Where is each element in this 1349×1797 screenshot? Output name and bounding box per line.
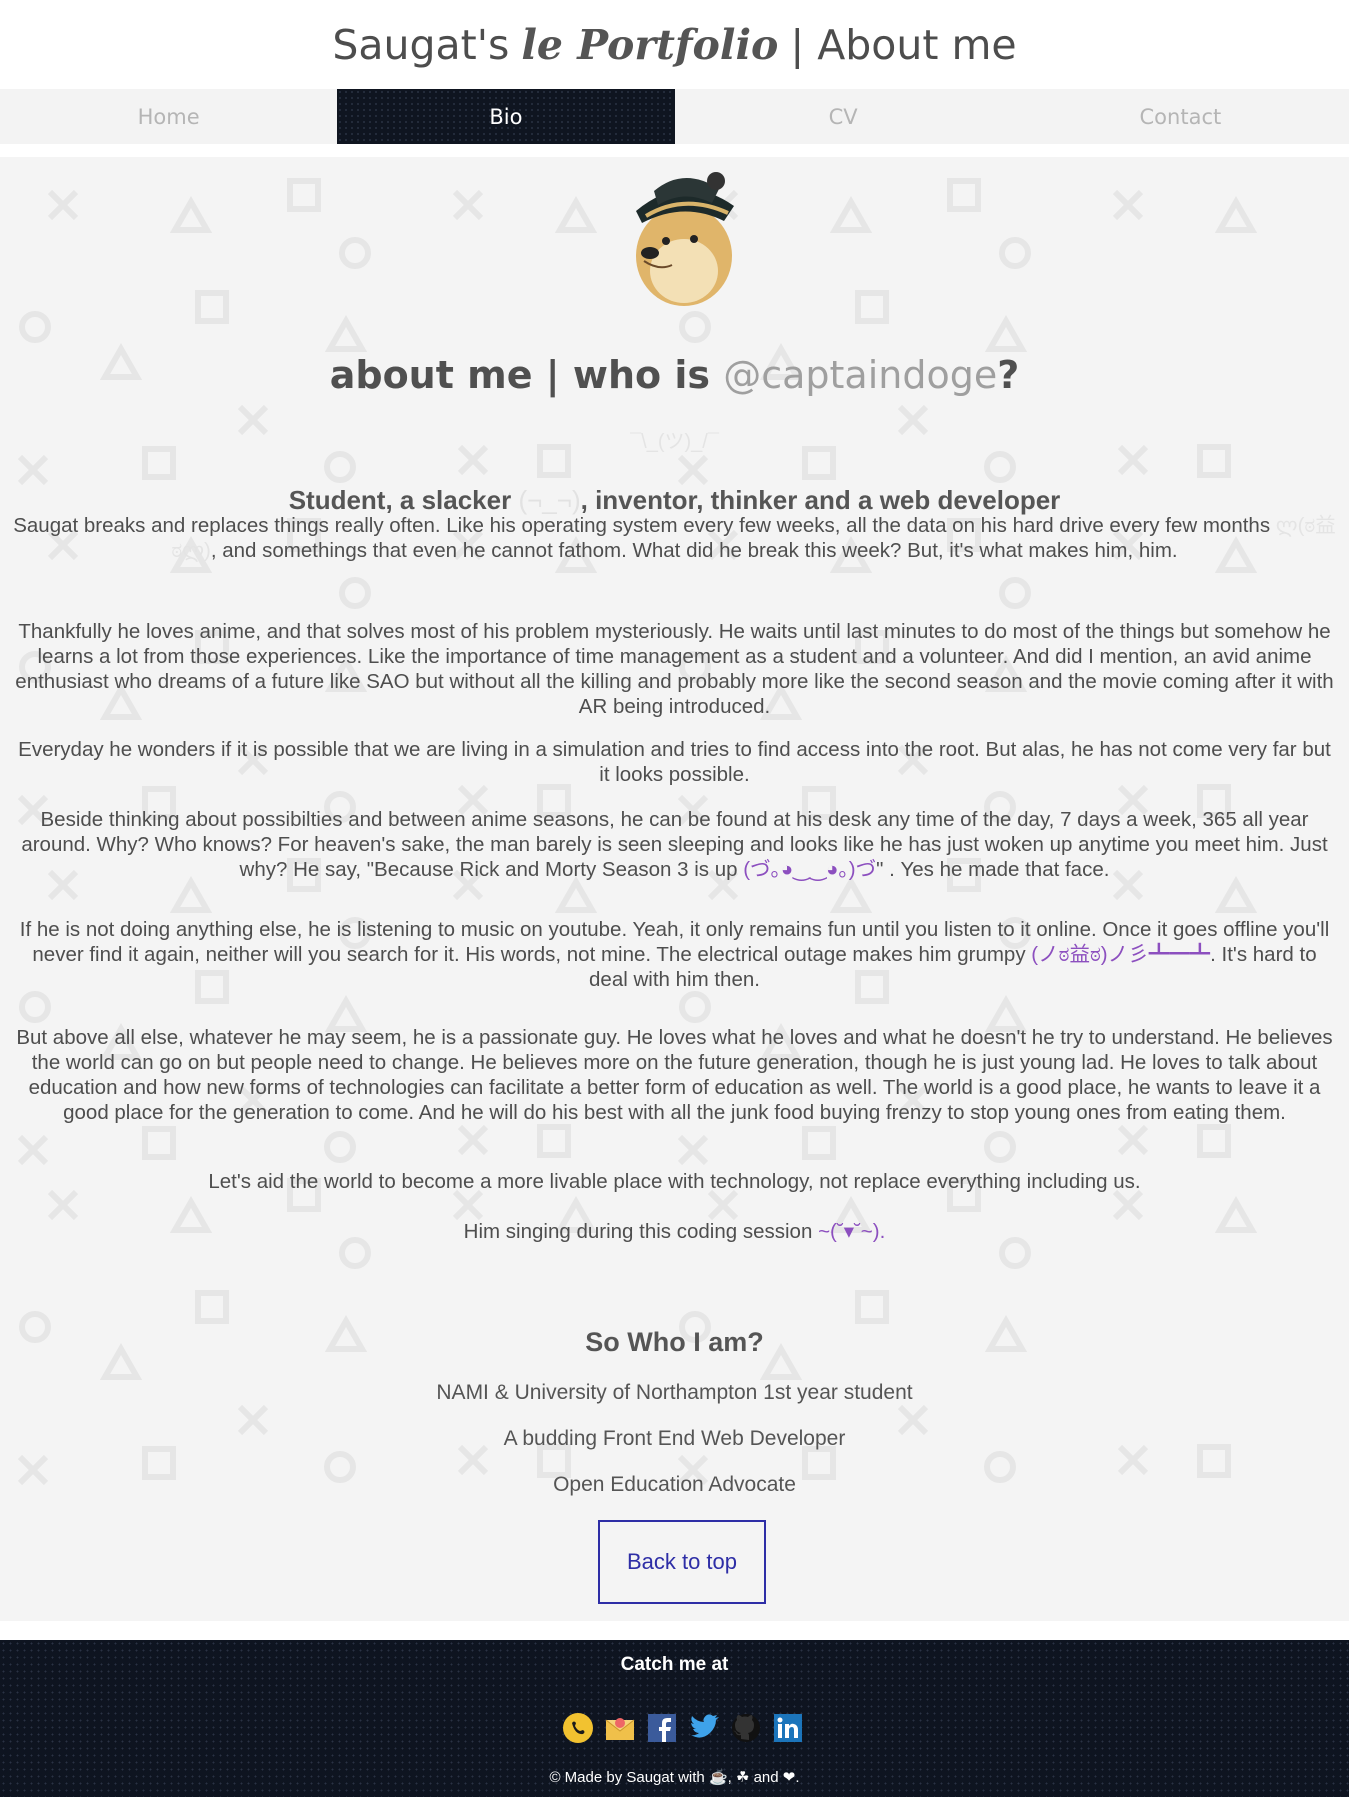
p8-kaomoji: ~(˘▾˘~).	[818, 1220, 886, 1243]
tagline-before: Student, a slacker	[288, 485, 512, 515]
nav-bio[interactable]: Bio	[337, 89, 675, 144]
facebook-icon[interactable]	[644, 1710, 680, 1746]
who-heading: So Who I am?	[585, 1327, 764, 1357]
p1-text: Saugat breaks and replaces things really…	[13, 514, 1271, 537]
linkedin-icon[interactable]	[770, 1710, 806, 1746]
twitter-icon[interactable]	[686, 1710, 722, 1746]
fact-student: NAMI & University of Northampton 1st yea…	[436, 1381, 913, 1404]
credit-comma: ,	[727, 1769, 732, 1786]
nav-cv[interactable]: CV	[675, 89, 1012, 144]
bio-paragraph-1: Saugat breaks and replaces things really…	[12, 513, 1337, 563]
shrug-kaomoji: ¯\_(ツ)_/¯	[630, 431, 719, 453]
about-heading-text: about me | who is	[329, 353, 710, 397]
main-nav: Home Bio CV Contact	[0, 89, 1349, 144]
bio-section: about me | who is @captaindoge? ¯\_(ツ)_/…	[0, 157, 1349, 1621]
p5-kaomoji: (ノಠ益ಠ)ノ彡┻━┻	[1031, 943, 1211, 966]
coffee-icon: ☕	[708, 1769, 728, 1786]
p4-kaomoji: (づ｡◕‿‿◕｡)づ	[743, 858, 877, 881]
bio-paragraph-2: Thankfully he loves anime, and that solv…	[15, 620, 1334, 718]
bio-paragraph-8: Him singing during this coding session ~…	[12, 1219, 1337, 1244]
bio-paragraph-5: If he is not doing anything else, he is …	[12, 917, 1337, 992]
site-title: Saugat's le Portfolio | About me	[0, 0, 1349, 89]
social-icons	[560, 1710, 806, 1746]
bio-paragraph-7: Let's aid the world to become a more liv…	[208, 1170, 1141, 1193]
nav-home[interactable]: Home	[0, 89, 337, 144]
p4-text-end: " . Yes he made that face.	[876, 858, 1110, 881]
credit-and: and	[753, 1769, 779, 1786]
footer: Catch me at © Made by Saugat with ☕, ☘ a…	[0, 1640, 1349, 1797]
title-suffix: | About me	[790, 20, 1017, 69]
bio-paragraph-3: Everyday he wonders if it is possible th…	[18, 738, 1331, 786]
credit-end: .	[795, 1769, 800, 1786]
title-prefix: Saugat's	[332, 20, 510, 69]
clover-icon: ☘	[735, 1769, 750, 1786]
p8-text: Him singing during this coding session	[463, 1220, 813, 1243]
about-heading: about me | who is @captaindoge?	[0, 353, 1349, 397]
email-icon[interactable]	[602, 1710, 638, 1746]
p4-text: Beside thinking about possibilties and b…	[21, 808, 1328, 881]
heart-icon: ❤	[782, 1769, 796, 1786]
credit-line: © Made by Saugat with ☕, ☘ and ❤.	[0, 1768, 1349, 1786]
back-to-top-button[interactable]: Back to top	[598, 1520, 766, 1604]
doge-avatar	[636, 172, 734, 306]
bio-paragraph-4: Beside thinking about possibilties and b…	[12, 807, 1337, 882]
fact-advocate: Open Education Advocate	[553, 1473, 796, 1496]
credit-prefix: © Made by Saugat with	[549, 1769, 705, 1786]
about-heading-qmark: ?	[997, 353, 1020, 397]
tagline-ghost-kaomoji: (¬_¬)	[518, 485, 581, 515]
whatsapp-icon[interactable]	[560, 1710, 596, 1746]
github-icon[interactable]	[728, 1710, 764, 1746]
nav-contact[interactable]: Contact	[1012, 89, 1349, 144]
fact-developer: A budding Front End Web Developer	[503, 1427, 846, 1450]
title-script: le Portfolio	[521, 20, 779, 69]
bio-paragraph-6: But above all else, whatever he may seem…	[16, 1026, 1333, 1124]
catch-me-heading: Catch me at	[620, 1654, 729, 1675]
handle-link[interactable]: @captaindoge	[723, 353, 997, 397]
p1-text-end: , and somethings that even he cannot fat…	[210, 539, 1178, 562]
tagline-after: , inventor, thinker and a web developer	[580, 485, 1061, 515]
tagline: Student, a slacker (¬_¬), inventor, thin…	[0, 485, 1349, 516]
